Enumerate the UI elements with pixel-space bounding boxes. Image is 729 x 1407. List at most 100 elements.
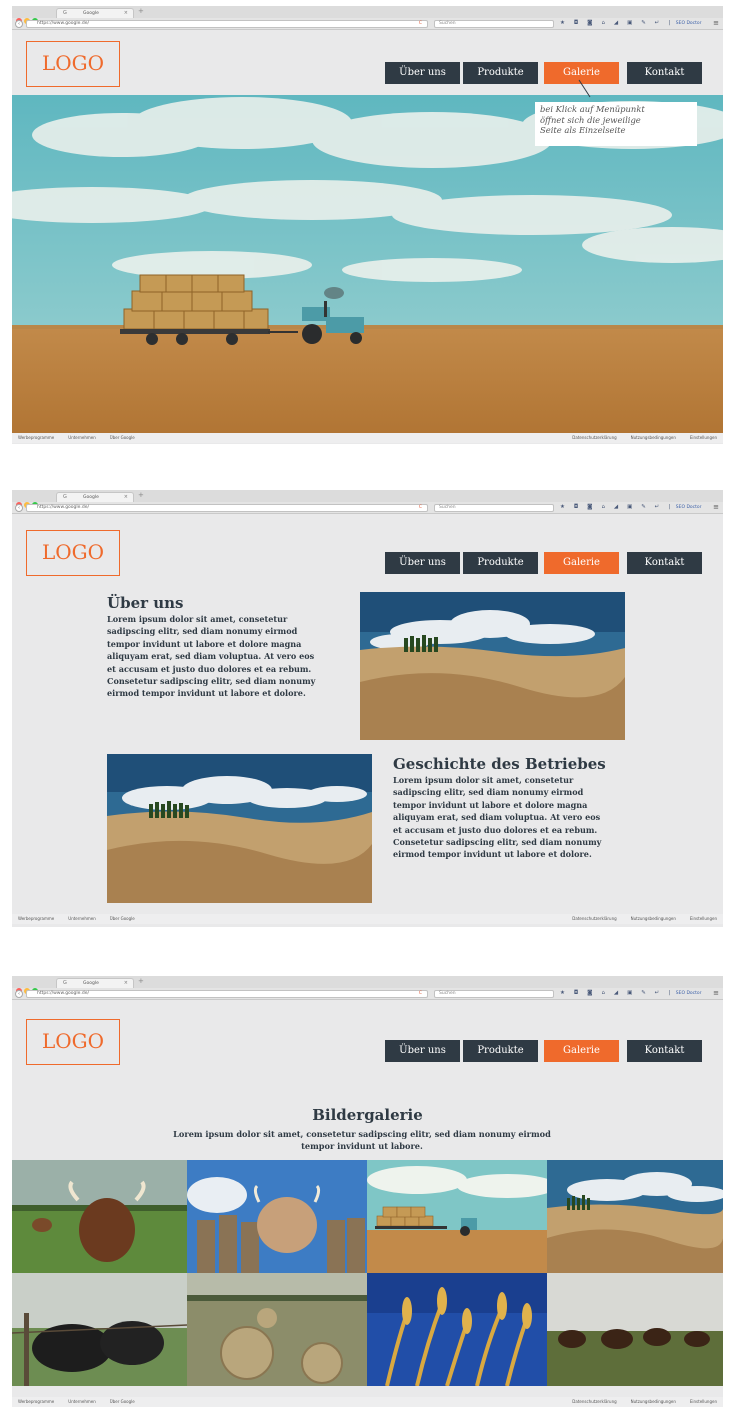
search-placeholder: Suchen — [439, 505, 456, 510]
toolbar-icons[interactable]: ★ ◘ ◙ ⌂ ◢ ▣ ✎ ↵ | SEO Doctor — [560, 504, 702, 510]
browser-tab[interactable]: G Google × — [56, 492, 134, 502]
footer-link[interactable]: Unternehmen — [68, 916, 96, 921]
text-line: et accusam et justo duo dolores et ea re… — [393, 824, 598, 835]
toolbar-glyphs: ★ ◘ ◙ ⌂ ◢ ▣ ✎ ↵ | — [560, 990, 674, 996]
gallery-image-tractor[interactable] — [367, 1160, 547, 1273]
tab-close-icon[interactable]: × — [124, 979, 128, 988]
page-footer: Werbeprogramme Unternehmen Über Google Dat… — [12, 914, 723, 924]
gallery-image-wheat[interactable] — [367, 1273, 547, 1386]
browser-toolbar: ‹ https://www.google.de/ C Suchen ★ ◘ ◙ … — [12, 18, 723, 30]
footer-link[interactable]: Nutzungsbedingungen — [631, 916, 676, 921]
text-line: eirmod tempor invidunt ut labore et dolo… — [107, 688, 306, 699]
nav-item-kontakt[interactable]: Kontakt — [627, 1040, 702, 1062]
landscape-image — [107, 754, 372, 903]
nav-item-galerie[interactable]: Galerie — [544, 552, 619, 574]
footer-link[interactable]: Datenschutzerklärung — [572, 916, 616, 921]
new-tab-icon[interactable]: + — [138, 491, 144, 499]
nav-item-ueber-uns[interactable]: Über uns — [385, 62, 460, 84]
text-line: Lorem ipsum dolor sit amet, consetetur s… — [173, 1129, 551, 1139]
footer-link[interactable]: Datenschutzerklärung — [572, 435, 616, 440]
nav-item-ueber-uns[interactable]: Über uns — [385, 1040, 460, 1062]
tab-close-icon[interactable]: × — [124, 493, 128, 502]
gallery-image-cattle-herd[interactable] — [547, 1273, 723, 1386]
footer-link[interactable]: Einstellungen — [690, 916, 717, 921]
seo-doctor-extension[interactable]: SEO Doctor — [676, 21, 702, 26]
back-icon[interactable]: ‹ — [15, 20, 23, 28]
gallery-image-cow-fence[interactable] — [187, 1160, 367, 1273]
new-tab-icon[interactable]: + — [138, 7, 144, 15]
about-text: Lorem ipsum dolor sit amet, consetetur s… — [107, 613, 315, 700]
footer-link[interactable]: Werbeprogramme — [18, 1399, 54, 1404]
gallery-image-black-cattle[interactable] — [12, 1273, 187, 1386]
search-input[interactable]: Suchen — [434, 20, 554, 28]
callout-note: bei Klick auf Menüpunkt öffnet sich die … — [535, 102, 697, 146]
menu-icon[interactable]: ≡ — [713, 503, 719, 511]
menu-icon[interactable]: ≡ — [713, 989, 719, 997]
toolbar-icons[interactable]: ★ ◘ ◙ ⌂ ◢ ▣ ✎ ↵ | SEO Doctor — [560, 990, 702, 996]
back-icon[interactable]: ‹ — [15, 504, 23, 512]
seo-doctor-extension[interactable]: SEO Doctor — [676, 505, 702, 510]
new-tab-icon[interactable]: + — [138, 977, 144, 985]
tab-close-icon[interactable]: × — [124, 9, 128, 18]
gallery-image-hay-bales[interactable] — [187, 1273, 367, 1386]
browser-chrome: G Google × + ‹ https://www.google.de/ C … — [12, 976, 723, 1000]
address-bar[interactable]: https://www.google.de/ C — [26, 504, 428, 512]
text-line: aliquyam erat, sed diam voluptua. At ver… — [107, 651, 315, 662]
menu-icon[interactable]: ≡ — [713, 19, 719, 27]
tab-title: Google — [83, 11, 99, 16]
reload-icon[interactable]: C — [419, 991, 422, 997]
text-line: aliquyam erat, sed diam voluptua. At ver… — [393, 812, 601, 823]
browser-toolbar: ‹ https://www.google.de/ C Suchen ★ ◘ ◙ … — [12, 988, 723, 1000]
footer-link[interactable]: Werbeprogramme — [18, 435, 54, 440]
footer-link[interactable]: Unternehmen — [68, 1399, 96, 1404]
gallery-image-highland-cow[interactable] — [12, 1160, 187, 1273]
footer-link[interactable]: Werbeprogramme — [18, 916, 54, 921]
back-icon[interactable]: ‹ — [15, 990, 23, 998]
mockup-frame-gallery: G Google × + ‹ https://www.google.de/ C … — [12, 976, 723, 1407]
toolbar-glyphs: ★ ◘ ◙ ⌂ ◢ ▣ ✎ ↵ | — [560, 20, 674, 26]
search-input[interactable]: Suchen — [434, 990, 554, 998]
text-line: et accusam et justo duo dolores et ea re… — [107, 663, 312, 674]
reload-icon[interactable]: C — [419, 21, 422, 27]
gallery-image-landscape[interactable] — [547, 1160, 723, 1273]
seo-doctor-extension[interactable]: SEO Doctor — [676, 991, 702, 996]
search-input[interactable]: Suchen — [434, 504, 554, 512]
footer-link[interactable]: Datenschutzerklärung — [572, 1399, 616, 1404]
reload-icon[interactable]: C — [419, 505, 422, 511]
toolbar-icons[interactable]: ★ ◘ ◙ ⌂ ◢ ▣ ✎ ↵ | SEO Doctor — [560, 20, 702, 26]
history-title: Geschichte des Betriebes — [393, 755, 606, 773]
nav-item-galerie[interactable]: Galerie — [544, 1040, 619, 1062]
search-placeholder: Suchen — [439, 991, 456, 996]
address-bar[interactable]: https://www.google.de/ C — [26, 990, 428, 998]
footer-link[interactable]: Einstellungen — [690, 1399, 717, 1404]
tab-favicon-icon: G — [63, 10, 67, 16]
nav-item-produkte[interactable]: Produkte — [463, 552, 538, 574]
logo[interactable]: LOGO — [26, 530, 120, 576]
text-line: eirmod tempor invidunt ut labore et dolo… — [393, 849, 592, 860]
logo[interactable]: LOGO — [26, 1019, 120, 1065]
callout-line: Seite als Einzelseite — [540, 125, 626, 135]
url-text: https://www.google.de/ — [37, 505, 89, 510]
url-text: https://www.google.de/ — [37, 21, 89, 26]
text-line: Lorem ipsum dolor sit amet, consetetur — [107, 614, 288, 624]
nav-item-ueber-uns[interactable]: Über uns — [385, 552, 460, 574]
footer-link[interactable]: Unternehmen — [68, 435, 96, 440]
callout-pointer — [578, 79, 591, 98]
footer-link[interactable]: Nutzungsbedingungen — [631, 435, 676, 440]
browser-tab[interactable]: G Google × — [56, 8, 134, 18]
address-bar[interactable]: https://www.google.de/ C — [26, 20, 428, 28]
logo[interactable]: LOGO — [26, 41, 120, 87]
footer-link[interactable]: Einstellungen — [690, 435, 717, 440]
nav-item-produkte[interactable]: Produkte — [463, 1040, 538, 1062]
nav-item-produkte[interactable]: Produkte — [463, 62, 538, 84]
footer-link[interactable]: Über Google — [110, 1399, 135, 1404]
tab-title: Google — [83, 981, 99, 986]
nav-item-kontakt[interactable]: Kontakt — [627, 552, 702, 574]
footer-link[interactable]: Nutzungsbedingungen — [631, 1399, 676, 1404]
browser-tab[interactable]: G Google × — [56, 978, 134, 988]
footer-link[interactable]: Über Google — [110, 916, 135, 921]
nav-item-kontakt[interactable]: Kontakt — [627, 62, 702, 84]
callout-line: öffnet sich die jeweilige — [540, 114, 641, 125]
footer-link[interactable]: Über Google — [110, 435, 135, 440]
browser-chrome: G Google × + ‹ https://www.google.de/ C … — [12, 6, 723, 30]
